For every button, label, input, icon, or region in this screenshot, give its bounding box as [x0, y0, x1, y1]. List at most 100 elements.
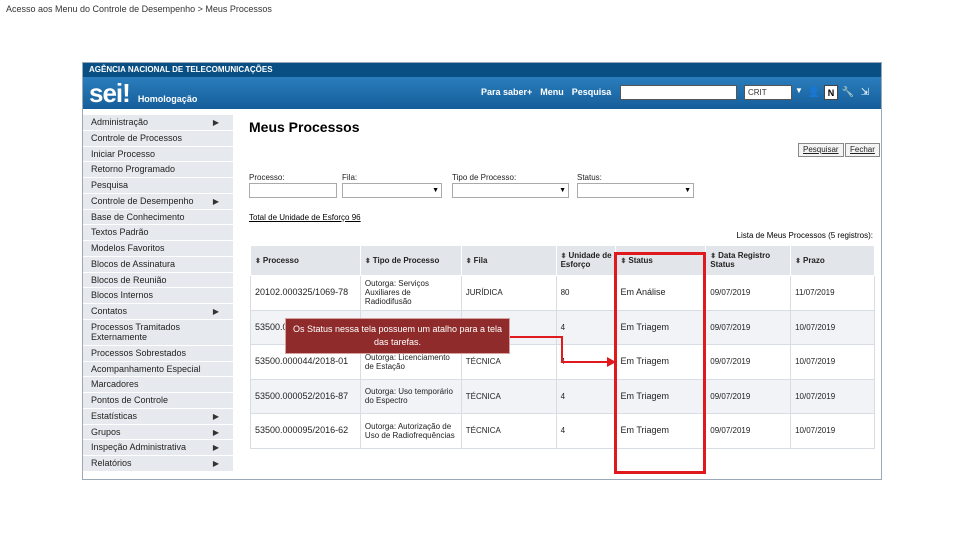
sort-icon[interactable]: ⬍ — [620, 258, 626, 265]
sidebar-item[interactable]: Pesquisa — [83, 178, 233, 194]
chevron-down-icon: ▼ — [559, 187, 566, 194]
table-row: 53500.000052/2016-87 Outorga: Uso temporá… — [250, 378, 875, 414]
cell-unidade: 4 — [555, 378, 617, 414]
nav-pesquisa[interactable]: Pesquisa — [572, 87, 612, 97]
sidebar-item[interactable]: Controle de Desempenho ▶ — [83, 193, 233, 210]
sort-icon[interactable]: ⬍ — [466, 258, 472, 265]
cell-fila: TÉCNICA — [460, 413, 557, 449]
sidebar-item[interactable]: Administração ▶ — [83, 115, 233, 131]
sidebar-item-label: Pontos de Controle — [91, 395, 169, 405]
cell-processo[interactable]: 53500.000095/2016-62 — [250, 413, 361, 449]
cell-status[interactable]: Em Análise — [615, 275, 707, 311]
search-button[interactable]: Pesquisar — [798, 143, 844, 157]
sidebar-item[interactable]: Blocos de Reunião — [83, 272, 233, 289]
exit-icon[interactable]: ⇲ — [858, 85, 872, 100]
cell-processo[interactable]: 53500.000052/2016-87 — [250, 378, 361, 414]
callout-connector — [510, 336, 562, 338]
table-header-row: ⬍ Processo ⬍ Tipo de Processo ⬍ Fila ⬍ Unida… — [250, 245, 875, 276]
cell-status[interactable]: Em Triagem — [615, 309, 707, 345]
sidebar-item-label: Modelos Favoritos — [91, 243, 165, 253]
sidebar-item[interactable]: Grupos ▶ — [83, 424, 233, 441]
sidebar-item[interactable]: Processos Tramitados Externamente — [83, 319, 233, 346]
sidebar-item[interactable]: Iniciar Processo — [83, 146, 233, 163]
agency-bar: AGÊNCIA NACIONAL DE TELECOMUNICAÇÕES — [83, 63, 881, 77]
cell-status[interactable]: Em Triagem — [615, 344, 707, 380]
page-title: Meus Processos — [249, 119, 360, 135]
sidebar-item-label: Processos Sobrestados — [91, 347, 187, 358]
filter-label-processo: Processo: — [249, 173, 285, 182]
sidebar-item-label: Administração — [91, 117, 149, 127]
cell-status[interactable]: Em Triagem — [615, 413, 707, 449]
user-icon[interactable]: 👤 — [807, 85, 821, 100]
col-unidade[interactable]: ⬍ Unidade de Esforço — [555, 245, 617, 276]
nav-menu[interactable]: Menu — [540, 87, 564, 97]
n-icon[interactable]: N — [824, 85, 838, 100]
sidebar-item[interactable]: Inspeção Administrativa ▶ — [83, 440, 233, 456]
sidebar-item[interactable]: Controle de Processos — [83, 130, 233, 147]
environment-label: Homologação — [137, 94, 198, 104]
sidebar-item-label: Controle de Desempenho — [91, 195, 194, 206]
sidebar-item-label: Retorno Programado — [91, 164, 176, 175]
chevron-right-icon: ▶ — [212, 196, 219, 206]
cell-status[interactable]: Em Triagem — [615, 378, 707, 414]
cell-unidade: 4 — [555, 309, 617, 345]
tools-icon[interactable]: 🔧 — [841, 85, 855, 100]
nav-para-saber[interactable]: Para saber+ — [481, 87, 532, 97]
sidebar-item[interactable]: Base de Conhecimento — [83, 209, 233, 226]
status-select[interactable]: ▼ — [577, 183, 694, 198]
cell-fila: JURÍDICA — [460, 275, 557, 311]
sidebar-item-label: Pesquisa — [91, 180, 129, 190]
sidebar-item[interactable]: Acompanhamento Especial — [83, 361, 233, 378]
sidebar-item-label: Blocos Internos — [91, 290, 154, 301]
sort-icon[interactable]: ⬍ — [255, 258, 261, 265]
cell-tipo: Outorga: Serviços Auxiliares de Radiodif… — [359, 275, 462, 311]
col-prazo[interactable]: ⬍ Prazo — [790, 245, 875, 276]
cell-unidade: 80 — [555, 275, 617, 311]
sort-icon[interactable]: ⬍ — [710, 253, 716, 260]
col-fila[interactable]: ⬍ Fila — [460, 245, 557, 276]
dropdown-icon[interactable]: ▼ — [795, 86, 803, 95]
sidebar-item-label: Acompanhamento Especial — [91, 363, 201, 374]
sidebar-menu: Administração ▶ Controle de Processos Inici… — [83, 115, 233, 472]
body-area: Administração ▶ Controle de Processos Inici… — [83, 109, 881, 479]
col-status[interactable]: ⬍ Status — [615, 245, 707, 276]
total-effort-link[interactable]: Total de Unidade de Esforço 96 — [249, 213, 361, 222]
sidebar-item-label: Relatórios — [91, 458, 132, 468]
sidebar-item[interactable]: Relatórios ▶ — [83, 456, 233, 472]
col-data[interactable]: ⬍ Data Registro Status — [705, 245, 792, 276]
tipo-select[interactable]: ▼ — [452, 183, 569, 198]
sei-logo[interactable]: sei! — [89, 77, 131, 109]
sort-icon[interactable]: ⬍ — [365, 258, 371, 265]
filter-label-tipo: Tipo de Processo: — [452, 173, 517, 182]
sidebar-item[interactable]: Marcadores — [83, 377, 233, 393]
sidebar-item[interactable]: Blocos Internos — [83, 288, 233, 304]
filter-label-status: Status: — [577, 173, 602, 182]
close-button[interactable]: Fechar — [845, 143, 880, 157]
cell-data: 09/07/2019 — [705, 378, 792, 414]
cell-prazo: 10/07/2019 — [790, 413, 875, 449]
col-tipo[interactable]: ⬍ Tipo de Processo — [359, 245, 462, 276]
chevron-right-icon: ▶ — [212, 118, 219, 127]
sort-icon[interactable]: ⬍ — [795, 258, 801, 265]
unit-select[interactable]: CRIT — [744, 85, 792, 100]
sidebar-item[interactable]: Processos Sobrestados — [83, 345, 233, 362]
table-row: 20102.000325/1069-78 Outorga: Serviços Au… — [250, 275, 875, 311]
sort-icon[interactable]: ⬍ — [561, 253, 567, 260]
fila-select[interactable]: ▼ — [342, 183, 442, 198]
cell-data: 09/07/2019 — [705, 344, 792, 380]
sidebar-item[interactable]: Modelos Favoritos — [83, 241, 233, 257]
sidebar-item[interactable]: Estatísticas ▶ — [83, 408, 233, 425]
sidebar-item[interactable]: Contatos ▶ — [83, 304, 233, 320]
col-processo[interactable]: ⬍ Processo — [250, 245, 361, 276]
chevron-down-icon: ▼ — [684, 187, 691, 194]
sidebar-item[interactable]: Pontos de Controle — [83, 393, 233, 409]
sidebar-item[interactable]: Textos Padrão — [83, 225, 233, 241]
cell-data: 09/07/2019 — [705, 309, 792, 345]
search-input[interactable] — [620, 85, 737, 100]
slide-caption: Acesso aos Menu do Controle de Desempenh… — [6, 4, 272, 14]
processo-input[interactable] — [249, 183, 337, 198]
sidebar-item[interactable]: Blocos de Assinatura — [83, 256, 233, 273]
cell-unidade: 4 — [555, 413, 617, 449]
sidebar-item[interactable]: Retorno Programado — [83, 162, 233, 178]
cell-processo[interactable]: 20102.000325/1069-78 — [250, 275, 361, 311]
